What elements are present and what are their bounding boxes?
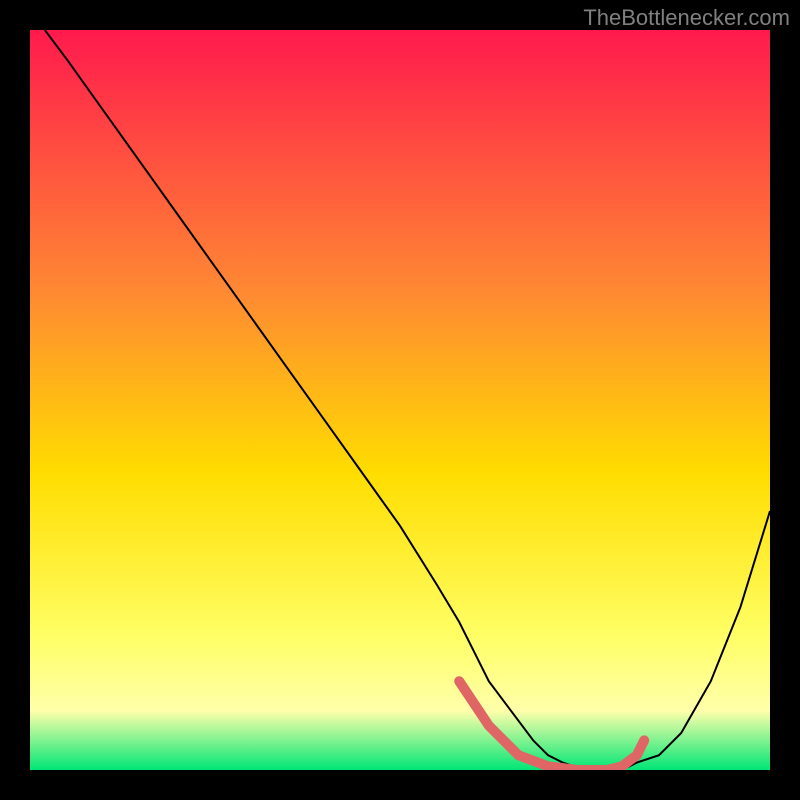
watermark-text: TheBottlenecker.com xyxy=(583,5,790,31)
chart-plot-area xyxy=(30,30,770,770)
chart-curve-layer xyxy=(30,30,770,770)
bottleneck-curve xyxy=(45,30,770,770)
